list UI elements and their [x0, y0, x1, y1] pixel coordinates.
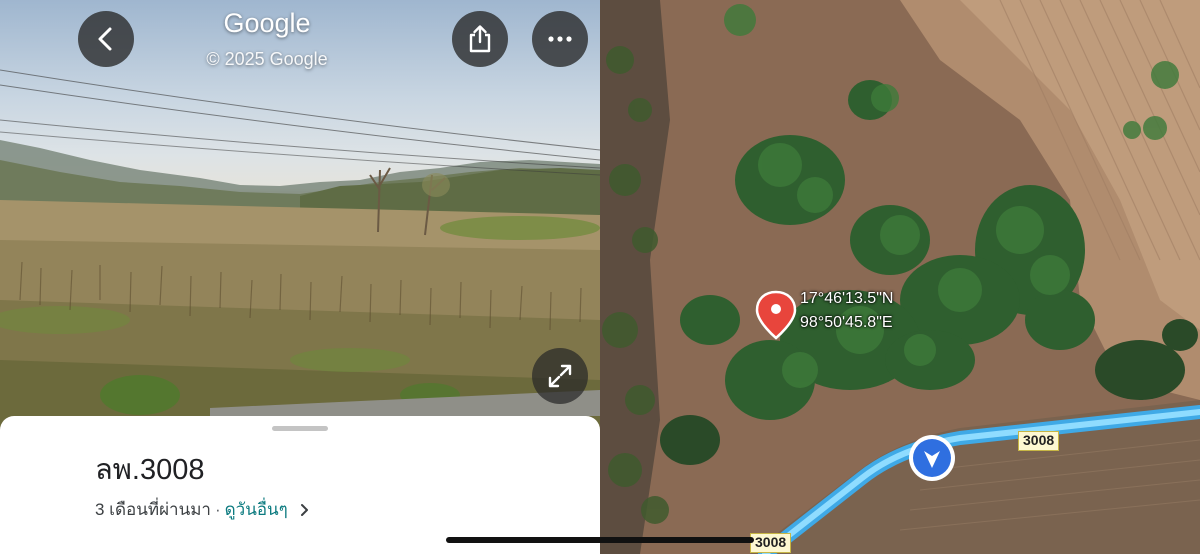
- expand-button[interactable]: [532, 348, 588, 404]
- expand-icon: [548, 364, 572, 388]
- see-more-dates-link[interactable]: ดูวันอื่นๆ: [225, 496, 288, 523]
- more-options-button[interactable]: [532, 11, 588, 67]
- latitude-text: 17°46'13.5"N: [800, 290, 894, 307]
- longitude-text: 98°50'45.8"E: [800, 314, 893, 331]
- satellite-imagery: [600, 0, 1200, 554]
- separator-dot: ·: [214, 499, 221, 519]
- satellite-map[interactable]: 17°46'13.5"N 98°50'45.8"E 3008 3008: [600, 0, 1200, 554]
- capture-date: 3 เดือนที่ผ่านมา: [95, 500, 211, 519]
- direction-marker-icon: [909, 435, 955, 481]
- info-sheet[interactable]: ลพ.3008 3 เดือนที่ผ่านมา · ดูวันอื่นๆ: [0, 416, 600, 554]
- drag-handle[interactable]: [272, 426, 328, 431]
- place-title: ลพ.3008: [95, 454, 205, 486]
- street-view-panel[interactable]: Google © 2025 Google ลพ.3008 3 เดือนที่ผ…: [0, 0, 600, 554]
- share-icon: [469, 25, 491, 53]
- copyright-text: © 2025 Google: [206, 49, 328, 69]
- home-indicator[interactable]: [446, 537, 754, 543]
- road-number-label: 3008: [1018, 431, 1060, 451]
- coordinates-label: 17°46'13.5"N 98°50'45.8"E: [800, 287, 893, 335]
- road-number-label: 3008: [750, 533, 792, 553]
- capture-date-row: 3 เดือนที่ผ่านมา · ดูวันอื่นๆ: [95, 496, 309, 523]
- more-horizontal-icon: [548, 36, 572, 42]
- share-button[interactable]: [452, 11, 508, 67]
- chevron-right-icon[interactable]: [300, 503, 309, 517]
